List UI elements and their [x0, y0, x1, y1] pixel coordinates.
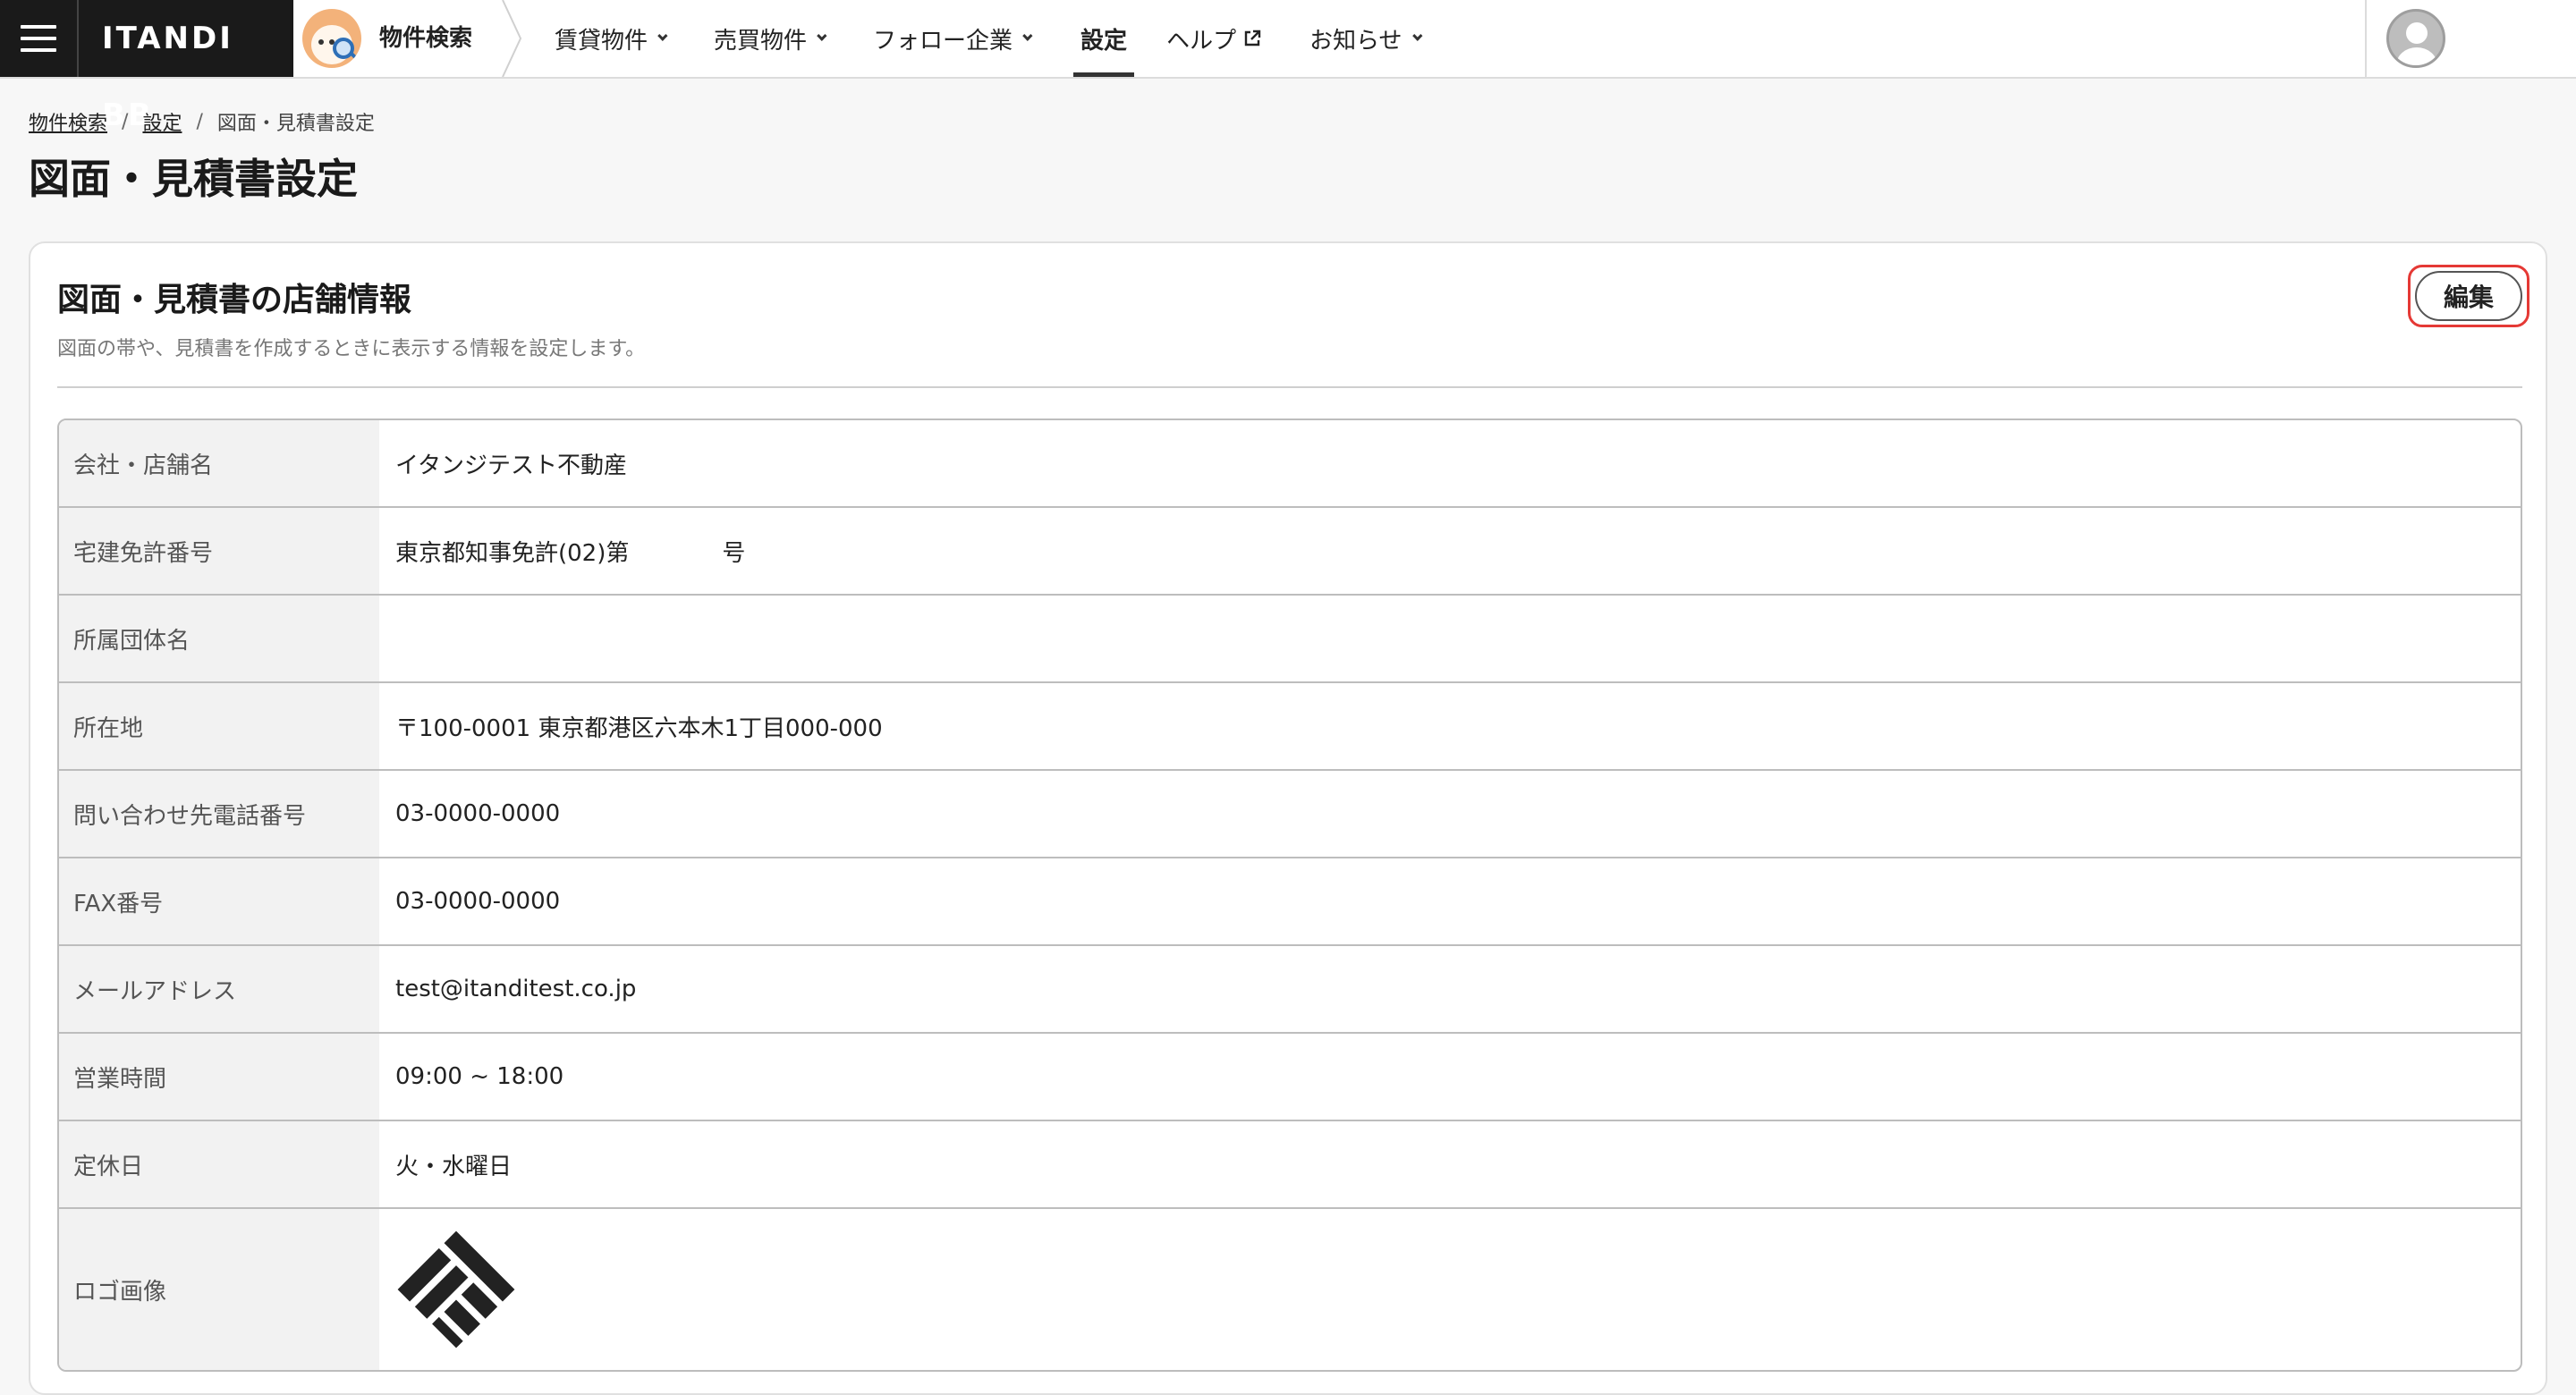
row-label: 所在地: [59, 683, 379, 769]
row-label: 宅建免許番号: [59, 508, 379, 594]
chevron-down-icon: [1411, 30, 1423, 41]
row-value: 東京都知事免許(02)第 号: [395, 539, 746, 567]
table-row: ロゴ画像: [59, 1209, 2521, 1370]
row-value: 〒100-0001 東京都港区六本木1丁目000-000: [395, 714, 883, 742]
edit-button-highlight: 編集: [2408, 265, 2529, 327]
row-value: 火・水曜日: [395, 1153, 513, 1180]
row-value: 09:00 ~ 18:00: [395, 1063, 564, 1090]
breadcrumb: 物件検索 / 設定 / 図面・見積書設定: [29, 107, 375, 136]
table-row: 所属団体名: [59, 596, 2521, 683]
row-value-logo: [379, 1209, 2521, 1370]
table-row: FAX番号 03-0000-0000: [59, 858, 2521, 946]
row-label: 所属団体名: [59, 596, 379, 681]
chevron-down-icon: [1022, 30, 1033, 41]
table-row: 宅建免許番号 東京都知事免許(02)第 号: [59, 508, 2521, 596]
breadcrumb-chevron-icon: [502, 0, 522, 77]
brand-logo[interactable]: ITANDI BB: [102, 0, 293, 133]
page-title: 図面・見積書設定: [29, 155, 358, 203]
table-row: 定休日 火・水曜日: [59, 1121, 2521, 1209]
menu-item-rental[interactable]: 賃貸物件: [555, 0, 668, 77]
chevron-down-icon: [657, 30, 668, 41]
card-title: 図面・見積書の店舗情報: [57, 282, 412, 318]
edit-button[interactable]: 編集: [2415, 271, 2522, 321]
table-row: 会社・店舗名 イタンジテスト不動産: [59, 420, 2521, 508]
card-description: 図面の帯や、見積書を作成するときに表示する情報を設定します。: [57, 338, 646, 360]
menu-item-news[interactable]: お知らせ: [1309, 0, 1423, 77]
company-logo-icon: [397, 1230, 515, 1348]
row-value: 03-0000-0000: [395, 800, 561, 827]
mascot-search-icon: [302, 9, 361, 68]
chevron-down-icon: [817, 30, 827, 41]
row-value: [379, 596, 2521, 681]
table-row: 所在地 〒100-0001 東京都港区六本木1丁目000-000: [59, 683, 2521, 771]
row-value: 03-0000-0000: [395, 888, 561, 915]
store-info-card: 図面・見積書の店舗情報 図面の帯や、見積書を作成するときに表示する情報を設定しま…: [29, 241, 2547, 1395]
table-row: メールアドレス test@itanditest.co.jp: [59, 946, 2521, 1034]
menu-item-label: 売買物件: [714, 27, 808, 55]
card-divider: [57, 386, 2522, 388]
breadcrumb-link-settings[interactable]: 設定: [142, 107, 182, 136]
top-navigation: ITANDI BB 物件検索 賃貸物件 売買物件 フォロー企業 設定 ヘルプ お…: [0, 0, 2576, 133]
menu-item-sale[interactable]: 売買物件: [714, 0, 827, 77]
menu-item-follow[interactable]: フォロー企業: [873, 0, 1033, 77]
row-label: 営業時間: [59, 1034, 379, 1120]
row-label: 会社・店舗名: [59, 420, 379, 506]
menu-item-label: 賃貸物件: [555, 27, 648, 55]
main-menu: 賃貸物件 売買物件 フォロー企業 設定 ヘルプ お知らせ: [537, 0, 1423, 77]
row-value: test@itanditest.co.jp: [395, 976, 637, 1002]
brand-block: ITANDI BB: [0, 0, 293, 133]
row-label: メールアドレス: [59, 946, 379, 1032]
breadcrumb-current: 図面・見積書設定: [216, 113, 375, 135]
external-link-icon: [1243, 30, 1261, 47]
row-label: 定休日: [59, 1121, 379, 1207]
hamburger-menu-icon[interactable]: [0, 0, 79, 77]
nav-divider: [2365, 0, 2367, 77]
menu-item-settings[interactable]: 設定: [1073, 0, 1135, 77]
row-label: 問い合わせ先電話番号: [59, 771, 379, 857]
product-label: 物件検索: [379, 25, 473, 52]
user-avatar-icon[interactable]: [2386, 9, 2445, 68]
product-switcher[interactable]: 物件検索: [293, 0, 517, 77]
menu-item-label: フォロー企業: [873, 27, 1013, 55]
menu-item-label: ヘルプ: [1166, 27, 1237, 55]
store-info-table: 会社・店舗名 イタンジテスト不動産 宅建免許番号 東京都知事免許(02)第 号 …: [57, 418, 2522, 1372]
table-row: 問い合わせ先電話番号 03-0000-0000: [59, 771, 2521, 858]
menu-item-label: 設定: [1080, 27, 1128, 55]
table-row: 営業時間 09:00 ~ 18:00: [59, 1034, 2521, 1121]
menu-item-label: お知らせ: [1309, 27, 1402, 55]
row-label: FAX番号: [59, 858, 379, 944]
breadcrumb-link-search[interactable]: 物件検索: [29, 107, 107, 136]
breadcrumb-separator: /: [196, 110, 203, 133]
row-value: イタンジテスト不動産: [395, 452, 627, 479]
row-label: ロゴ画像: [59, 1209, 379, 1370]
menu-item-help[interactable]: ヘルプ: [1166, 0, 1261, 77]
breadcrumb-separator: /: [122, 110, 129, 133]
